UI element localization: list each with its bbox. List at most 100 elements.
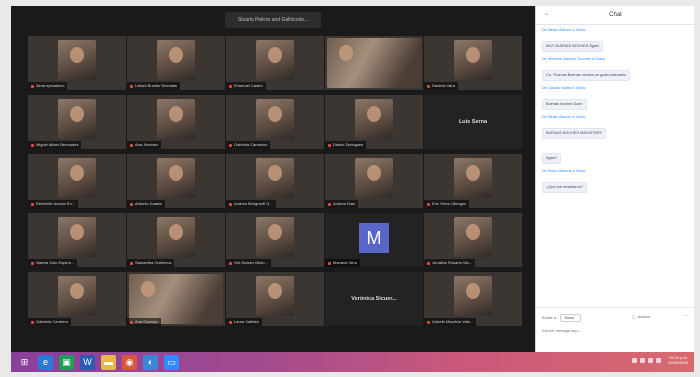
chat-message: De Miriam Alarcon a Todos: BUENAS NOCHES… [542, 115, 689, 139]
participant-tile[interactable]: Emanuel Castro [226, 36, 324, 90]
participant-tile[interactable]: Laura Valfrida [226, 272, 324, 326]
participant-name: Andrea Diaz [333, 201, 356, 206]
participant-video [256, 217, 294, 257]
participant-avatar: M [359, 223, 389, 253]
taskbar-clock[interactable]: 09:24 p.m. 02/06/2020 [668, 355, 688, 365]
participant-tile[interactable]: Daniel Zeringues [325, 95, 423, 149]
participant-name-label: Daniela Vara [424, 82, 458, 90]
participant-name-label: Gabriela Camacho [226, 141, 271, 149]
participant-name: Andrea Bringnerfl G... [234, 201, 273, 206]
participant-tile[interactable]: Vivi Suarez Bedo... [226, 213, 324, 267]
store-icon[interactable]: ▣ [59, 354, 74, 370]
participant-tile[interactable]: Verónica Sicuer... [325, 272, 423, 326]
participant-video [58, 276, 96, 316]
zoom-app-icon[interactable]: ▭ [164, 354, 179, 370]
participant-name-label: Valeria Soto Espino... [28, 259, 78, 267]
participant-name-label: Vivi Suarez Bedo... [226, 259, 271, 267]
volume-icon[interactable] [655, 357, 661, 363]
participant-name-label: Gabriela Contrera [28, 318, 71, 326]
participant-video [454, 217, 492, 257]
participant-video [58, 217, 96, 257]
participant-video [256, 40, 294, 80]
chat-message-text: Agas!! [542, 153, 561, 164]
participant-name: Miguel Alfaro Bermudez [36, 142, 79, 147]
participant-tile[interactable]: Eric Vives Obregon [424, 154, 522, 208]
chat-message: Agas!! [542, 144, 689, 164]
participant-tile[interactable]: Miguel Alfaro Bermudez [28, 95, 126, 149]
chat-message-text: ¿Qué me enseñaron? [542, 182, 587, 193]
edge-icon[interactable]: ◐ [143, 354, 158, 370]
participant-tile[interactable]: Alma epicadonc [28, 36, 126, 90]
word-icon[interactable]: W [80, 354, 95, 370]
muted-mic-icon [229, 261, 232, 265]
participant-tile[interactable]: Samantha Ontiveros [127, 213, 225, 267]
muted-mic-icon [328, 261, 331, 265]
participant-name: Leilani Bundis Sernatas [135, 83, 178, 88]
chat-header: ⌄ Chat [536, 6, 694, 25]
muted-mic-icon [427, 320, 430, 324]
file-button[interactable]: ▢ Archivo [632, 314, 651, 320]
participant-name: Samantha Ontiveros [135, 260, 172, 265]
chat-panel: ⌄ Chat De Miriam Alarcon a Todos: MUY BU… [535, 6, 694, 352]
participant-tile[interactable]: Gabriela Contrera [28, 272, 126, 326]
participant-tile[interactable]: Andrea Bringnerfl G... [226, 154, 324, 208]
chat-message-text: Co. Thomas Buenas noches un gusto saluda… [542, 70, 630, 81]
chat-message-list: De Miriam Alarcon a Todos: MUY BUENAS NO… [542, 28, 689, 198]
muted-mic-icon [31, 202, 34, 206]
participant-tile[interactable]: Ana Jimenez [127, 95, 225, 149]
muted-mic-icon [427, 202, 430, 206]
file-icon: ▢ [632, 315, 636, 319]
participant-grid: Alma epicadonc Leilani Bundis Sernatas Ema… [28, 36, 522, 326]
internet-explorer-icon[interactable]: e [38, 354, 53, 370]
participant-tile[interactable]: Valeria Soto Espino... [28, 213, 126, 267]
muted-mic-icon [31, 143, 34, 147]
participant-tile[interactable]: M Mariana Vera [325, 213, 423, 267]
muted-mic-icon [130, 261, 133, 265]
participant-name-label: Emanuel Castro [226, 82, 266, 90]
network-icon[interactable] [647, 357, 653, 363]
participant-tile[interactable]: Ana Ocampo [127, 272, 225, 326]
participant-tile[interactable]: Jonaline Rosario Via... [424, 213, 522, 267]
participant-name-label: Andrea Diaz [325, 200, 359, 208]
participant-name-label: Reichelle Acosta Ro... [28, 200, 79, 208]
file-explorer-icon[interactable]: ▬ [101, 354, 116, 370]
participant-name: Alma epicadonc [36, 83, 65, 88]
participant-video [355, 158, 393, 198]
participant-name: Valeria Soto Espino... [36, 260, 75, 265]
tray-icon[interactable] [639, 357, 645, 363]
participant-tile[interactable]: Daniela Vara [424, 36, 522, 90]
participant-name: Laura Valfrida [234, 319, 259, 324]
participant-tile[interactable]: Reichelle Acosta Ro... [28, 154, 126, 208]
participant-name-label: Mariana Vera [325, 259, 360, 267]
participant-tile[interactable]: Antonio Duarte [127, 154, 225, 208]
participant-tile[interactable]: Andrea Diaz [325, 154, 423, 208]
muted-mic-icon [427, 84, 430, 88]
view-mode-button[interactable]: Stuarts Pielcre and Galhicode... [225, 12, 321, 28]
recipient-select[interactable]: Todos [559, 314, 582, 322]
participant-name-label: Antonio Duarte [127, 200, 165, 208]
muted-mic-icon [427, 261, 430, 265]
participant-tile[interactable]: Luis Serna [424, 95, 522, 149]
chat-message-sender: De Miriam Alarcon a Todos: [542, 28, 586, 32]
chrome-icon[interactable]: ◉ [122, 354, 137, 370]
chat-message-sender: De Miriam Alarcon a Todos: [542, 115, 586, 119]
windows-start-icon[interactable]: ⊞ [17, 355, 32, 370]
more-options-icon[interactable]: ··· [683, 313, 689, 319]
participant-name-label: Miguel Alfaro Bermudez [28, 141, 82, 149]
file-button-label: Archivo [637, 314, 651, 319]
send-to-row: Enviar a: Todos [542, 314, 582, 322]
participant-video [327, 38, 421, 88]
participant-name-label: Ana Ocampo [127, 318, 162, 326]
participant-tile[interactable]: Gabriela Camacho [226, 95, 324, 149]
participant-tile[interactable]: Leilani Bundis Sernatas [127, 36, 225, 90]
participant-tile[interactable]: Lisbeth Mauricio Vale... [424, 272, 522, 326]
tray-icon[interactable] [631, 357, 637, 363]
participant-name-label: Jonaline Rosario Via... [424, 259, 475, 267]
participant-video [256, 99, 294, 139]
chat-title: Chat [609, 12, 622, 18]
participant-name: Gabriela Camacho [234, 142, 268, 147]
chat-message-input[interactable] [542, 326, 682, 335]
participant-tile[interactable] [325, 36, 423, 90]
chat-footer: Enviar a: Todos ▢ Archivo ··· [536, 307, 694, 352]
chevron-down-icon[interactable]: ⌄ [544, 10, 549, 17]
